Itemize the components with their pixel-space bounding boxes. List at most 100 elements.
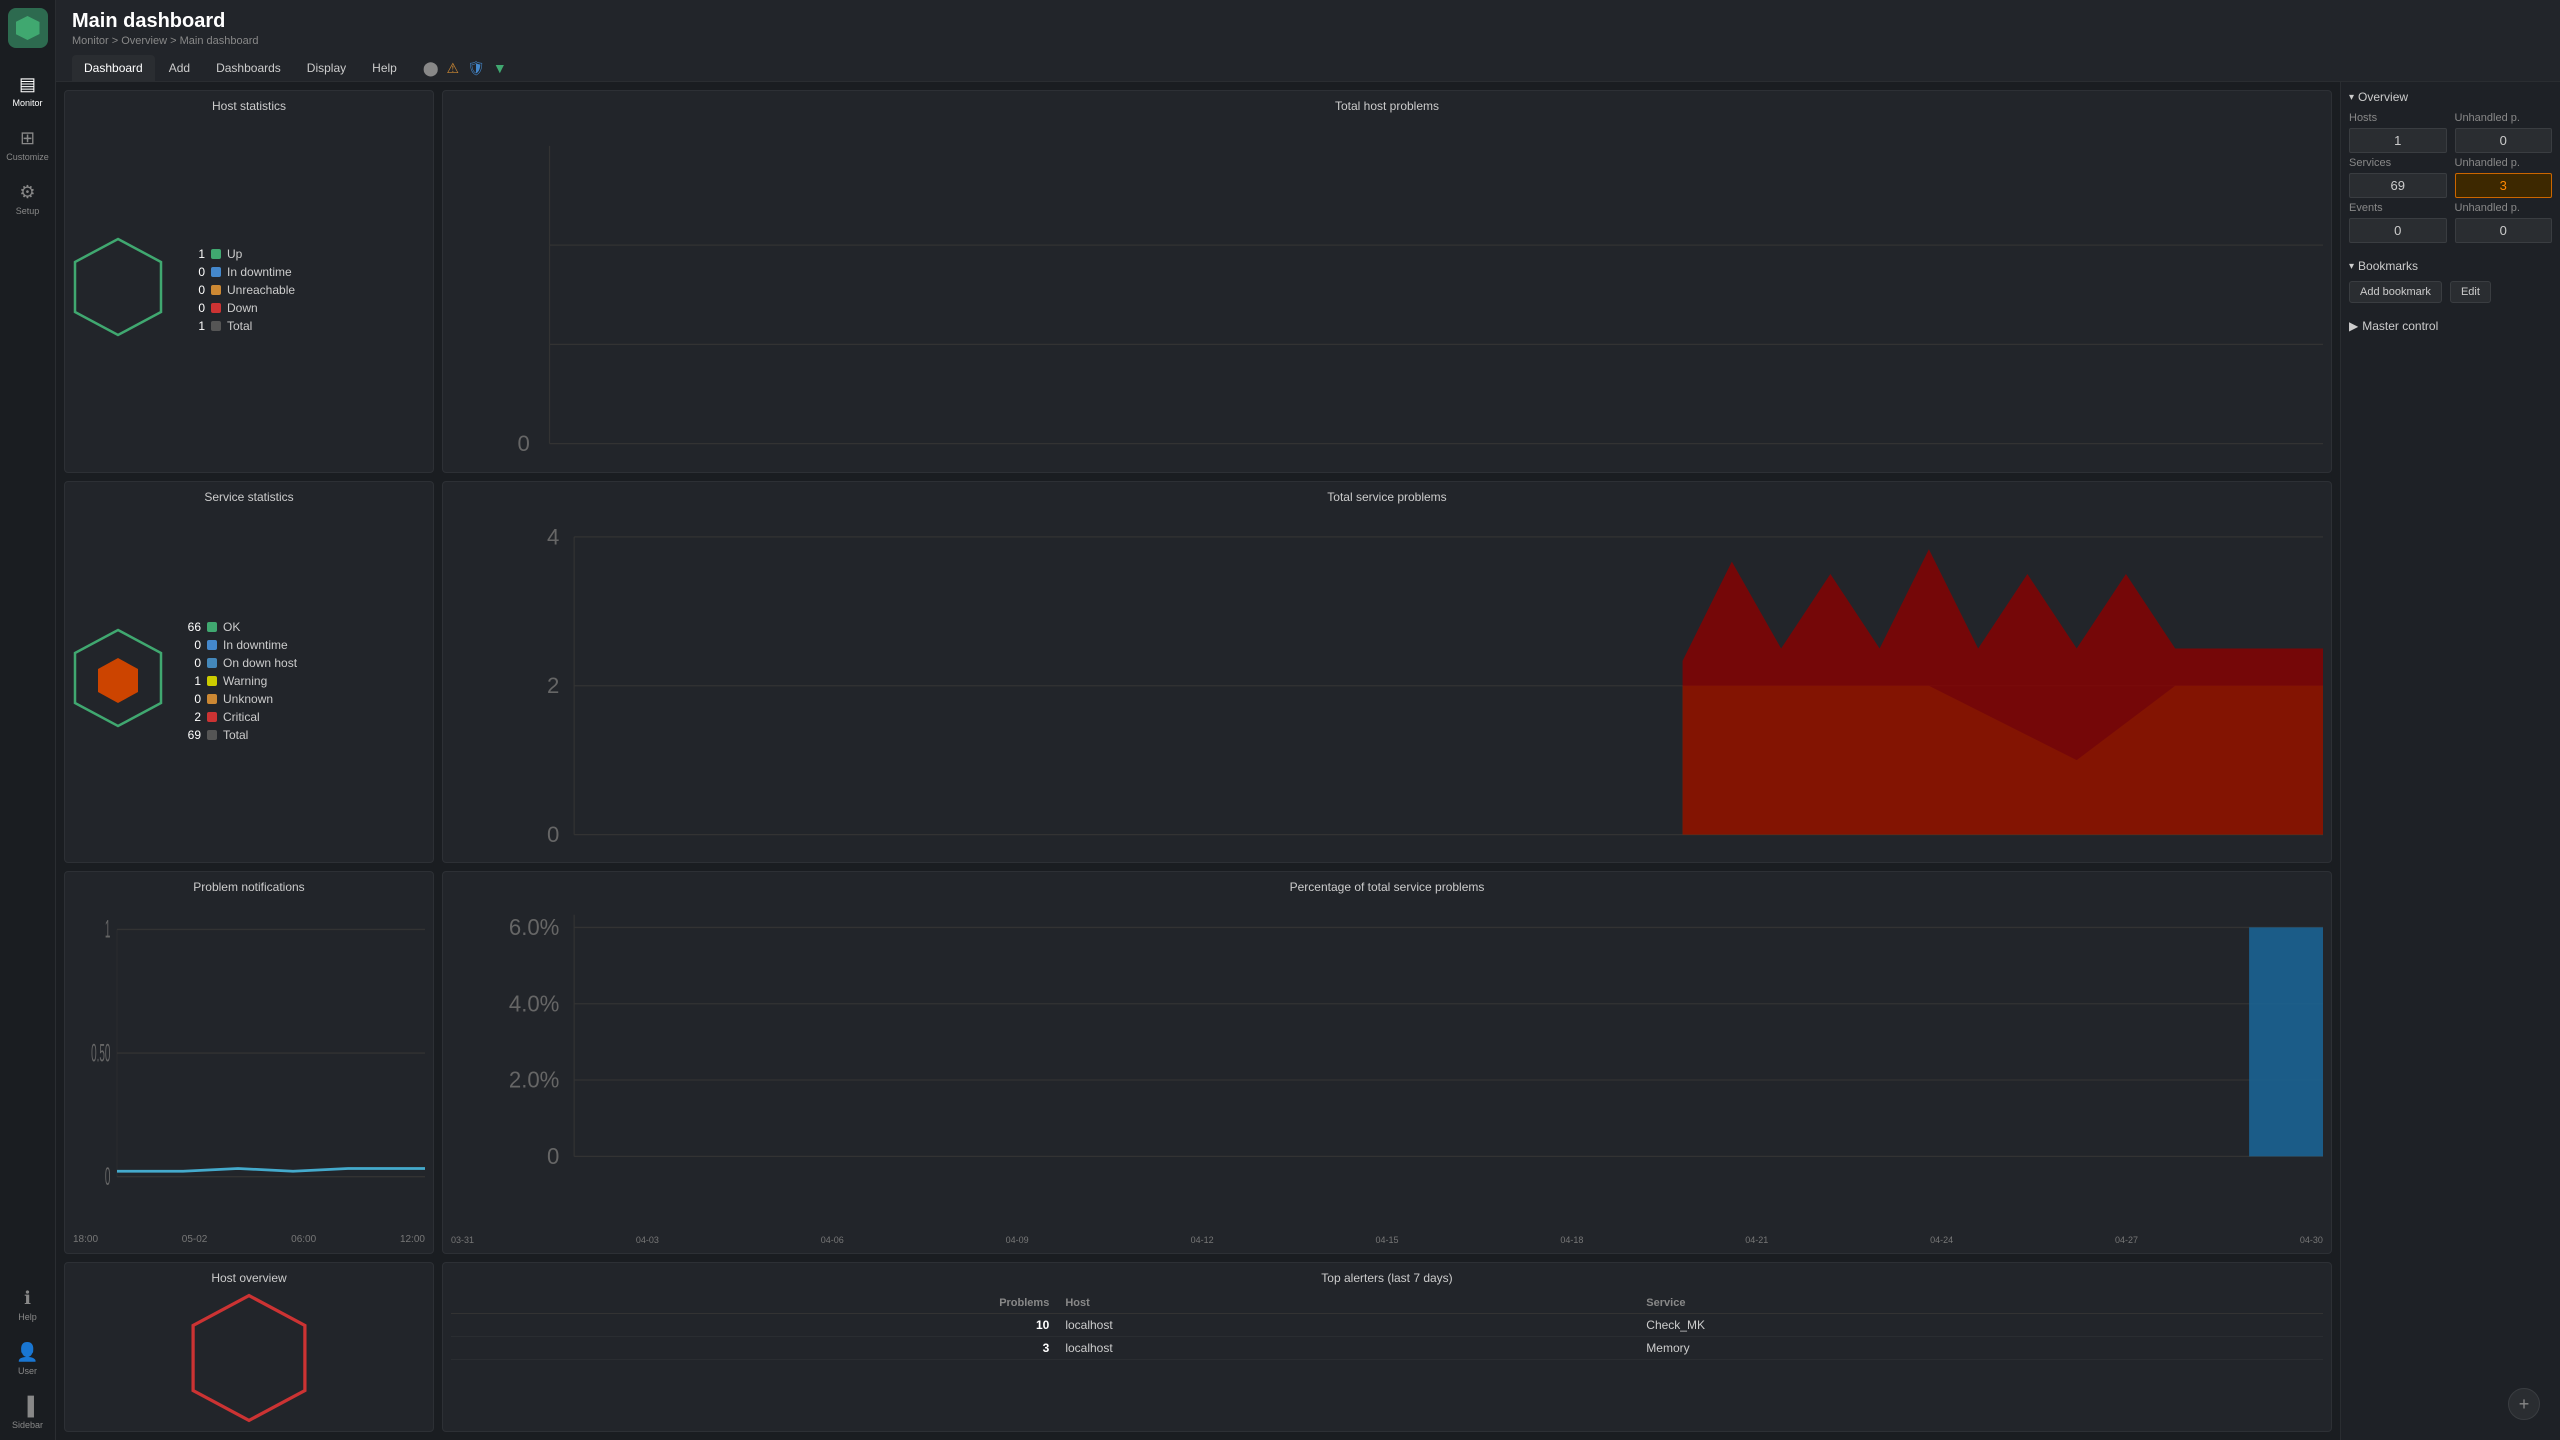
host-stat-total[interactable]: 1 Total (189, 319, 295, 333)
svc-stat-warning[interactable]: 1 Warning (185, 674, 297, 688)
svc-warning-label: Warning (223, 674, 267, 688)
total-service-problems-panel: Total service problems 0 2 4 (442, 481, 2332, 864)
svc-warning-count: 1 (185, 674, 201, 688)
host-stat-unreachable[interactable]: 0 Unreachable (189, 283, 295, 297)
logo-hexagon (16, 16, 40, 40)
circle-icon[interactable]: ⬤ (423, 60, 439, 77)
svc-stat-downtime[interactable]: 0 In downtime (185, 638, 297, 652)
sidebar-item-user[interactable]: 👤 User (0, 1332, 55, 1386)
svc-total-count: 69 (185, 728, 201, 742)
host-up-dot (211, 249, 221, 259)
svg-text:4: 4 (547, 524, 559, 549)
app-logo[interactable] (8, 8, 48, 48)
service-hexagon-svg (73, 628, 163, 728)
svc-downhost-count: 0 (185, 656, 201, 670)
svc-stat-total[interactable]: 69 Total (185, 728, 297, 742)
hosts-value[interactable]: 1 (2349, 128, 2447, 153)
row2-host: localhost (1057, 1336, 1638, 1359)
svc-downtime-dot (207, 640, 217, 650)
filter-icon[interactable]: ▼ (493, 60, 507, 76)
svg-text:4.0%: 4.0% (509, 991, 559, 1016)
pct-label-6: 04-15 (1375, 1235, 1398, 1245)
total-host-problems-chart: 0 (451, 121, 2323, 473)
topbar: Main dashboard Monitor > Overview > Main… (56, 0, 2560, 82)
row2-problems: 3 (451, 1336, 1057, 1359)
pct-label-10: 04-27 (2115, 1235, 2138, 1245)
tab-dashboard[interactable]: Dashboard (72, 55, 155, 81)
notif-label-1: 18:00 (73, 1234, 98, 1245)
total-host-problems-svg: 0 (451, 121, 2323, 473)
host-unreachable-label: Unreachable (227, 283, 295, 297)
row1-problems: 10 (451, 1313, 1057, 1336)
row1-host: localhost (1057, 1313, 1638, 1336)
tab-add[interactable]: Add (157, 55, 202, 81)
setup-icon: ⚙ (19, 182, 35, 203)
tab-dashboards[interactable]: Dashboards (204, 55, 293, 81)
events-label: Events (2349, 202, 2447, 214)
sidebar-icon: ▐ (21, 1396, 34, 1417)
svc-stat-critical[interactable]: 2 Critical (185, 710, 297, 724)
host-downtime-label: In downtime (227, 265, 292, 279)
svc-critical-label: Critical (223, 710, 260, 724)
edit-bookmarks-button[interactable]: Edit (2450, 281, 2491, 303)
sidebar-item-customize[interactable]: ⊞ Customize (0, 118, 55, 172)
bookmarks-title: Bookmarks (2358, 259, 2418, 273)
events-value[interactable]: 0 (2349, 218, 2447, 243)
services-unhandled-value[interactable]: 3 (2455, 173, 2553, 198)
bookmark-buttons: Add bookmark Edit (2349, 281, 2552, 303)
host-stat-down[interactable]: 0 Down (189, 301, 295, 315)
services-unhandled-label: Unhandled p. (2455, 157, 2553, 169)
sidebar-item-setup[interactable]: ⚙ Setup (0, 172, 55, 226)
svc-unknown-count: 0 (185, 692, 201, 706)
add-panel-button[interactable]: + (2508, 1388, 2540, 1420)
host-overview-hex (73, 1293, 425, 1423)
svc-stat-ok[interactable]: 66 OK (185, 620, 297, 634)
overview-section-header[interactable]: ▾ Overview (2349, 90, 2552, 104)
host-down-dot (211, 303, 221, 313)
service-stats-list: 66 OK 0 In downtime 0 On down hos (185, 620, 297, 746)
pct-label-9: 04-24 (1930, 1235, 1953, 1245)
svc-stat-downhost[interactable]: 0 On down host (185, 656, 297, 670)
svc-stat-unknown[interactable]: 0 Unknown (185, 692, 297, 706)
row2-service: Memory (1638, 1336, 2323, 1359)
sidebar-item-help[interactable]: ℹ Help (0, 1278, 55, 1332)
host-statistics-title: Host statistics (73, 99, 425, 113)
sidebar-item-monitor[interactable]: ▤ Monitor (0, 64, 55, 118)
host-downtime-dot (211, 267, 221, 277)
right-sidebar: ▾ Overview Hosts Unhandled p. 1 0 Servic… (2340, 82, 2560, 1440)
hosts-unhandled-value[interactable]: 0 (2455, 128, 2553, 153)
host-unreachable-dot (211, 285, 221, 295)
host-stat-downtime[interactable]: 0 In downtime (189, 265, 295, 279)
master-control-header[interactable]: ▶ Master control (2349, 319, 2552, 333)
col-service: Service (1638, 1293, 2323, 1314)
host-overview-panel: Host overview (64, 1262, 434, 1432)
shield-icon[interactable]: 🛡 (467, 60, 485, 77)
col-problems: Problems (451, 1293, 1057, 1314)
host-down-label: Down (227, 301, 258, 315)
pct-label-5: 04-12 (1191, 1235, 1214, 1245)
notif-label-4: 12:00 (400, 1234, 425, 1245)
bookmarks-section-header[interactable]: ▾ Bookmarks (2349, 259, 2552, 273)
svg-text:2: 2 (547, 673, 559, 698)
services-value[interactable]: 69 (2349, 173, 2447, 198)
host-stat-up[interactable]: 1 Up (189, 247, 295, 261)
svc-total-dot (207, 730, 217, 740)
table-row[interactable]: 3 localhost Memory (451, 1336, 2323, 1359)
svc-ok-dot (207, 622, 217, 632)
tab-help[interactable]: Help (360, 55, 409, 81)
table-row[interactable]: 10 localhost Check_MK (451, 1313, 2323, 1336)
overview-title: Overview (2358, 90, 2408, 104)
add-bookmark-button[interactable]: Add bookmark (2349, 281, 2442, 303)
warning-icon[interactable]: ⚠ (447, 60, 460, 77)
events-unhandled-value[interactable]: 0 (2455, 218, 2553, 243)
host-statistics-panel: Host statistics 1 Up (64, 90, 434, 473)
services-label: Services (2349, 157, 2447, 169)
sidebar-item-sidebar[interactable]: ▐ Sidebar (0, 1386, 55, 1440)
monitor-icon: ▤ (19, 74, 36, 95)
svg-text:6.0%: 6.0% (509, 915, 559, 940)
pct-service-problems-svg: 0 2.0% 4.0% 6.0% (451, 902, 2323, 1233)
tab-display[interactable]: Display (295, 55, 358, 81)
pct-service-problems-labels: 03-31 04-03 04-06 04-09 04-12 04-15 04-1… (451, 1235, 2323, 1245)
pct-label-3: 04-06 (821, 1235, 844, 1245)
svg-text:2.0%: 2.0% (509, 1068, 559, 1093)
